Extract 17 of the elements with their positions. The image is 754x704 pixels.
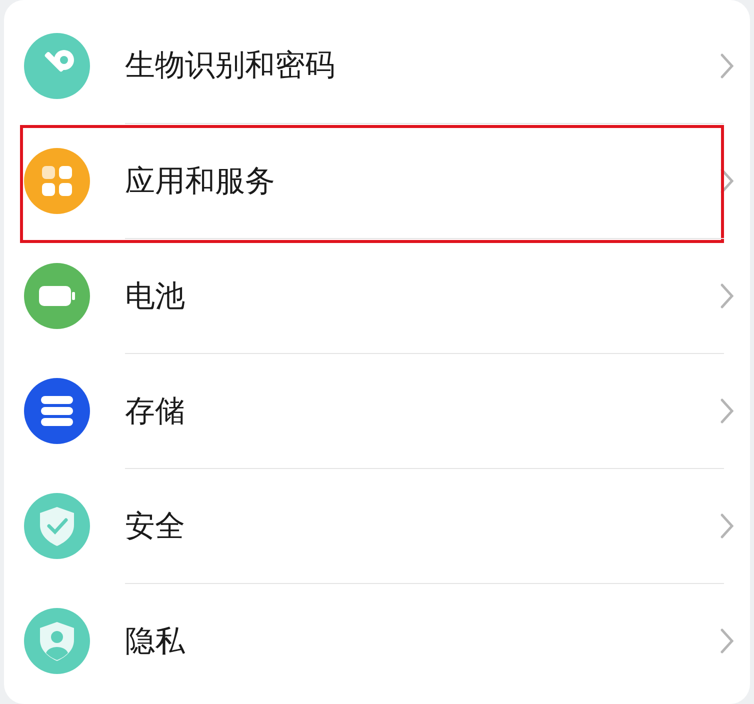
settings-label: 存储 <box>125 392 186 430</box>
chevron-right-icon <box>720 283 734 309</box>
settings-label: 生物识别和密码 <box>125 47 336 85</box>
settings-row[interactable]: 生物识别和密码 <box>4 8 750 123</box>
settings-label: 应用和服务 <box>125 162 276 200</box>
settings-row[interactable]: 安全 <box>4 468 750 583</box>
settings-row[interactable]: 隐私 <box>4 583 750 698</box>
chevron-right-icon <box>720 628 734 654</box>
settings-row[interactable]: 存储 <box>4 353 750 468</box>
settings-label: 电池 <box>125 278 186 316</box>
chevron-right-icon <box>720 52 734 78</box>
settings-row[interactable]: 应用和服务 <box>4 123 750 238</box>
settings-row[interactable]: 电池 <box>4 238 750 353</box>
chevron-right-icon <box>720 398 734 424</box>
settings-label: 隐私 <box>125 622 186 660</box>
settings-label: 安全 <box>125 508 186 546</box>
chevron-right-icon <box>720 513 734 539</box>
